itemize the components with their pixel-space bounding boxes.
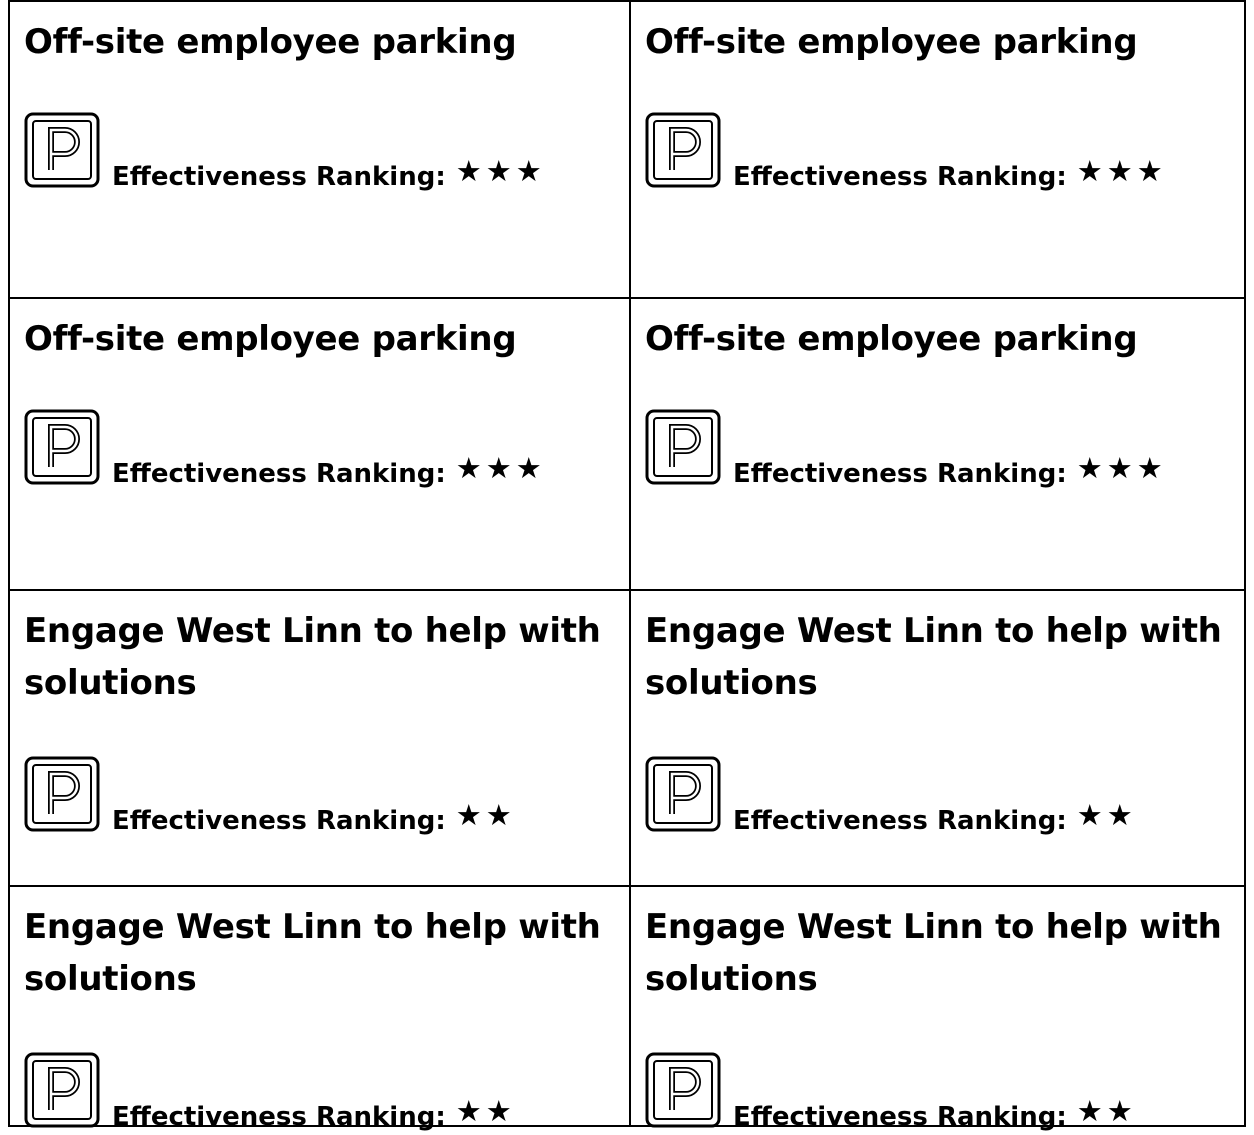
parking-icon xyxy=(24,112,100,188)
ranking-label: Effectiveness Ranking: xyxy=(112,459,446,489)
card-title: Off-site employee parking xyxy=(645,319,1138,359)
card: Engage West Linn to help with solutions … xyxy=(629,589,1246,885)
ranking-row: Effectiveness Ranking: ★★ xyxy=(24,756,516,836)
card-title: Off-site employee parking xyxy=(24,319,517,359)
ranking-label: Effectiveness Ranking: xyxy=(112,162,446,192)
ranking-label: Effectiveness Ranking: xyxy=(112,1102,446,1132)
parking-icon xyxy=(645,756,721,832)
rating-stars: ★★★ xyxy=(455,451,546,485)
rating-stars: ★★★ xyxy=(455,154,546,188)
card-grid: Off-site employee parking Effectiveness … xyxy=(8,0,1246,1132)
card: Off-site employee parking Effectiveness … xyxy=(629,297,1246,589)
card-title: Engage West Linn to help with solutions xyxy=(645,611,1222,703)
ranking-row: Effectiveness Ranking: ★★ xyxy=(645,756,1137,836)
ranking-row: Effectiveness Ranking: ★★★ xyxy=(645,112,1167,192)
card: Off-site employee parking Effectiveness … xyxy=(8,297,629,589)
parking-icon xyxy=(645,1052,721,1128)
ranking-row: Effectiveness Ranking: ★★ xyxy=(24,1052,516,1132)
ranking-label: Effectiveness Ranking: xyxy=(733,459,1067,489)
card-title: Off-site employee parking xyxy=(24,22,517,62)
ranking-label: Effectiveness Ranking: xyxy=(733,162,1067,192)
ranking-row: Effectiveness Ranking: ★★★ xyxy=(24,409,546,489)
ranking-label: Effectiveness Ranking: xyxy=(733,1102,1067,1132)
card: Off-site employee parking Effectiveness … xyxy=(629,0,1246,297)
rating-stars: ★★ xyxy=(455,1094,516,1128)
card: Off-site employee parking Effectiveness … xyxy=(8,0,629,297)
rating-stars: ★★ xyxy=(455,798,516,832)
rating-stars: ★★★ xyxy=(1076,451,1167,485)
parking-icon xyxy=(645,112,721,188)
rating-stars: ★★ xyxy=(1076,1094,1137,1128)
card: Engage West Linn to help with solutions … xyxy=(8,885,629,1132)
ranking-row: Effectiveness Ranking: ★★ xyxy=(645,1052,1137,1132)
card-title: Engage West Linn to help with solutions xyxy=(645,907,1222,999)
ranking-label: Effectiveness Ranking: xyxy=(112,806,446,836)
card-title: Engage West Linn to help with solutions xyxy=(24,611,601,703)
parking-icon xyxy=(24,1052,100,1128)
card: Engage West Linn to help with solutions … xyxy=(629,885,1246,1132)
card-title: Engage West Linn to help with solutions xyxy=(24,907,601,999)
card: Engage West Linn to help with solutions … xyxy=(8,589,629,885)
card-title: Off-site employee parking xyxy=(645,22,1138,62)
ranking-row: Effectiveness Ranking: ★★★ xyxy=(645,409,1167,489)
rating-stars: ★★ xyxy=(1076,798,1137,832)
parking-icon xyxy=(24,756,100,832)
parking-icon xyxy=(645,409,721,485)
ranking-row: Effectiveness Ranking: ★★★ xyxy=(24,112,546,192)
parking-icon xyxy=(24,409,100,485)
ranking-label: Effectiveness Ranking: xyxy=(733,806,1067,836)
rating-stars: ★★★ xyxy=(1076,154,1167,188)
